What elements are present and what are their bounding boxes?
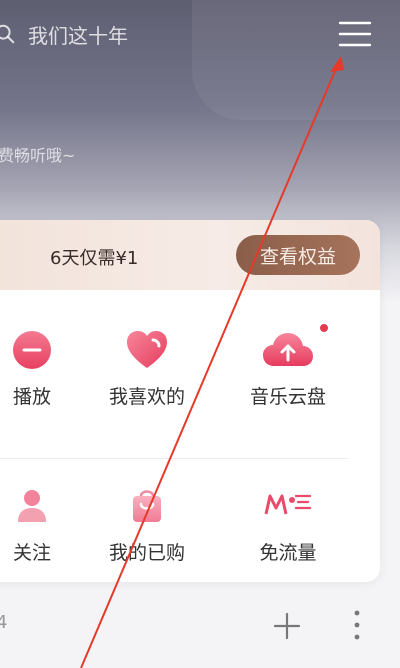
grid-item-cloud-disk[interactable]: 音乐云盘 (228, 322, 348, 409)
section-title-fragment: 4 (0, 612, 8, 633)
grid-item-label: 关注 (12, 542, 51, 564)
grid-item-data-free[interactable]: 免流量 (228, 482, 348, 565)
header-subtitle: 费畅听哦~ (0, 146, 76, 165)
play-icon (13, 331, 51, 369)
search-placeholder: 我们这十年 (28, 23, 128, 48)
cloud-upload-icon (263, 333, 313, 366)
grid-item-purchased[interactable]: 我的已购 (87, 482, 207, 565)
my-music-card: 6天仅需¥1 查看权益 播放 我喜欢的 音乐云盘 关注 我的已购 免流量 (0, 220, 380, 582)
grid-item-label: 播放 (12, 386, 51, 408)
more-options-button[interactable] (350, 608, 364, 642)
grid-item-label: 免流量 (259, 542, 317, 564)
search-icon (0, 24, 15, 44)
menu-button[interactable] (338, 19, 372, 49)
mobile-data-icon (264, 494, 312, 515)
grid-item-play[interactable]: 播放 (0, 326, 92, 409)
heart-icon (127, 331, 167, 368)
vip-promo-text: 6天仅需¥1 (50, 248, 139, 269)
grid-divider (0, 458, 348, 459)
vip-promo-bar[interactable]: 6天仅需¥1 查看权益 (0, 220, 380, 290)
grid-item-label: 我喜欢的 (108, 386, 185, 408)
grid-item-favorites[interactable]: 我喜欢的 (87, 326, 207, 409)
notification-dot (318, 322, 330, 334)
add-button[interactable] (273, 612, 301, 640)
grid-item-label: 音乐云盘 (249, 386, 326, 408)
shopping-bag-icon (133, 490, 161, 522)
hamburger-icon (338, 21, 372, 47)
search-bar[interactable]: 我们这十年 (0, 19, 128, 49)
plus-icon (273, 612, 301, 640)
header-decoration (192, 0, 400, 120)
grid-item-follow[interactable]: 关注 (0, 482, 92, 565)
more-vertical-icon (354, 610, 360, 640)
follow-icon (18, 490, 46, 522)
view-benefits-button[interactable]: 查看权益 (236, 235, 360, 275)
grid-item-label: 我的已购 (108, 542, 185, 564)
